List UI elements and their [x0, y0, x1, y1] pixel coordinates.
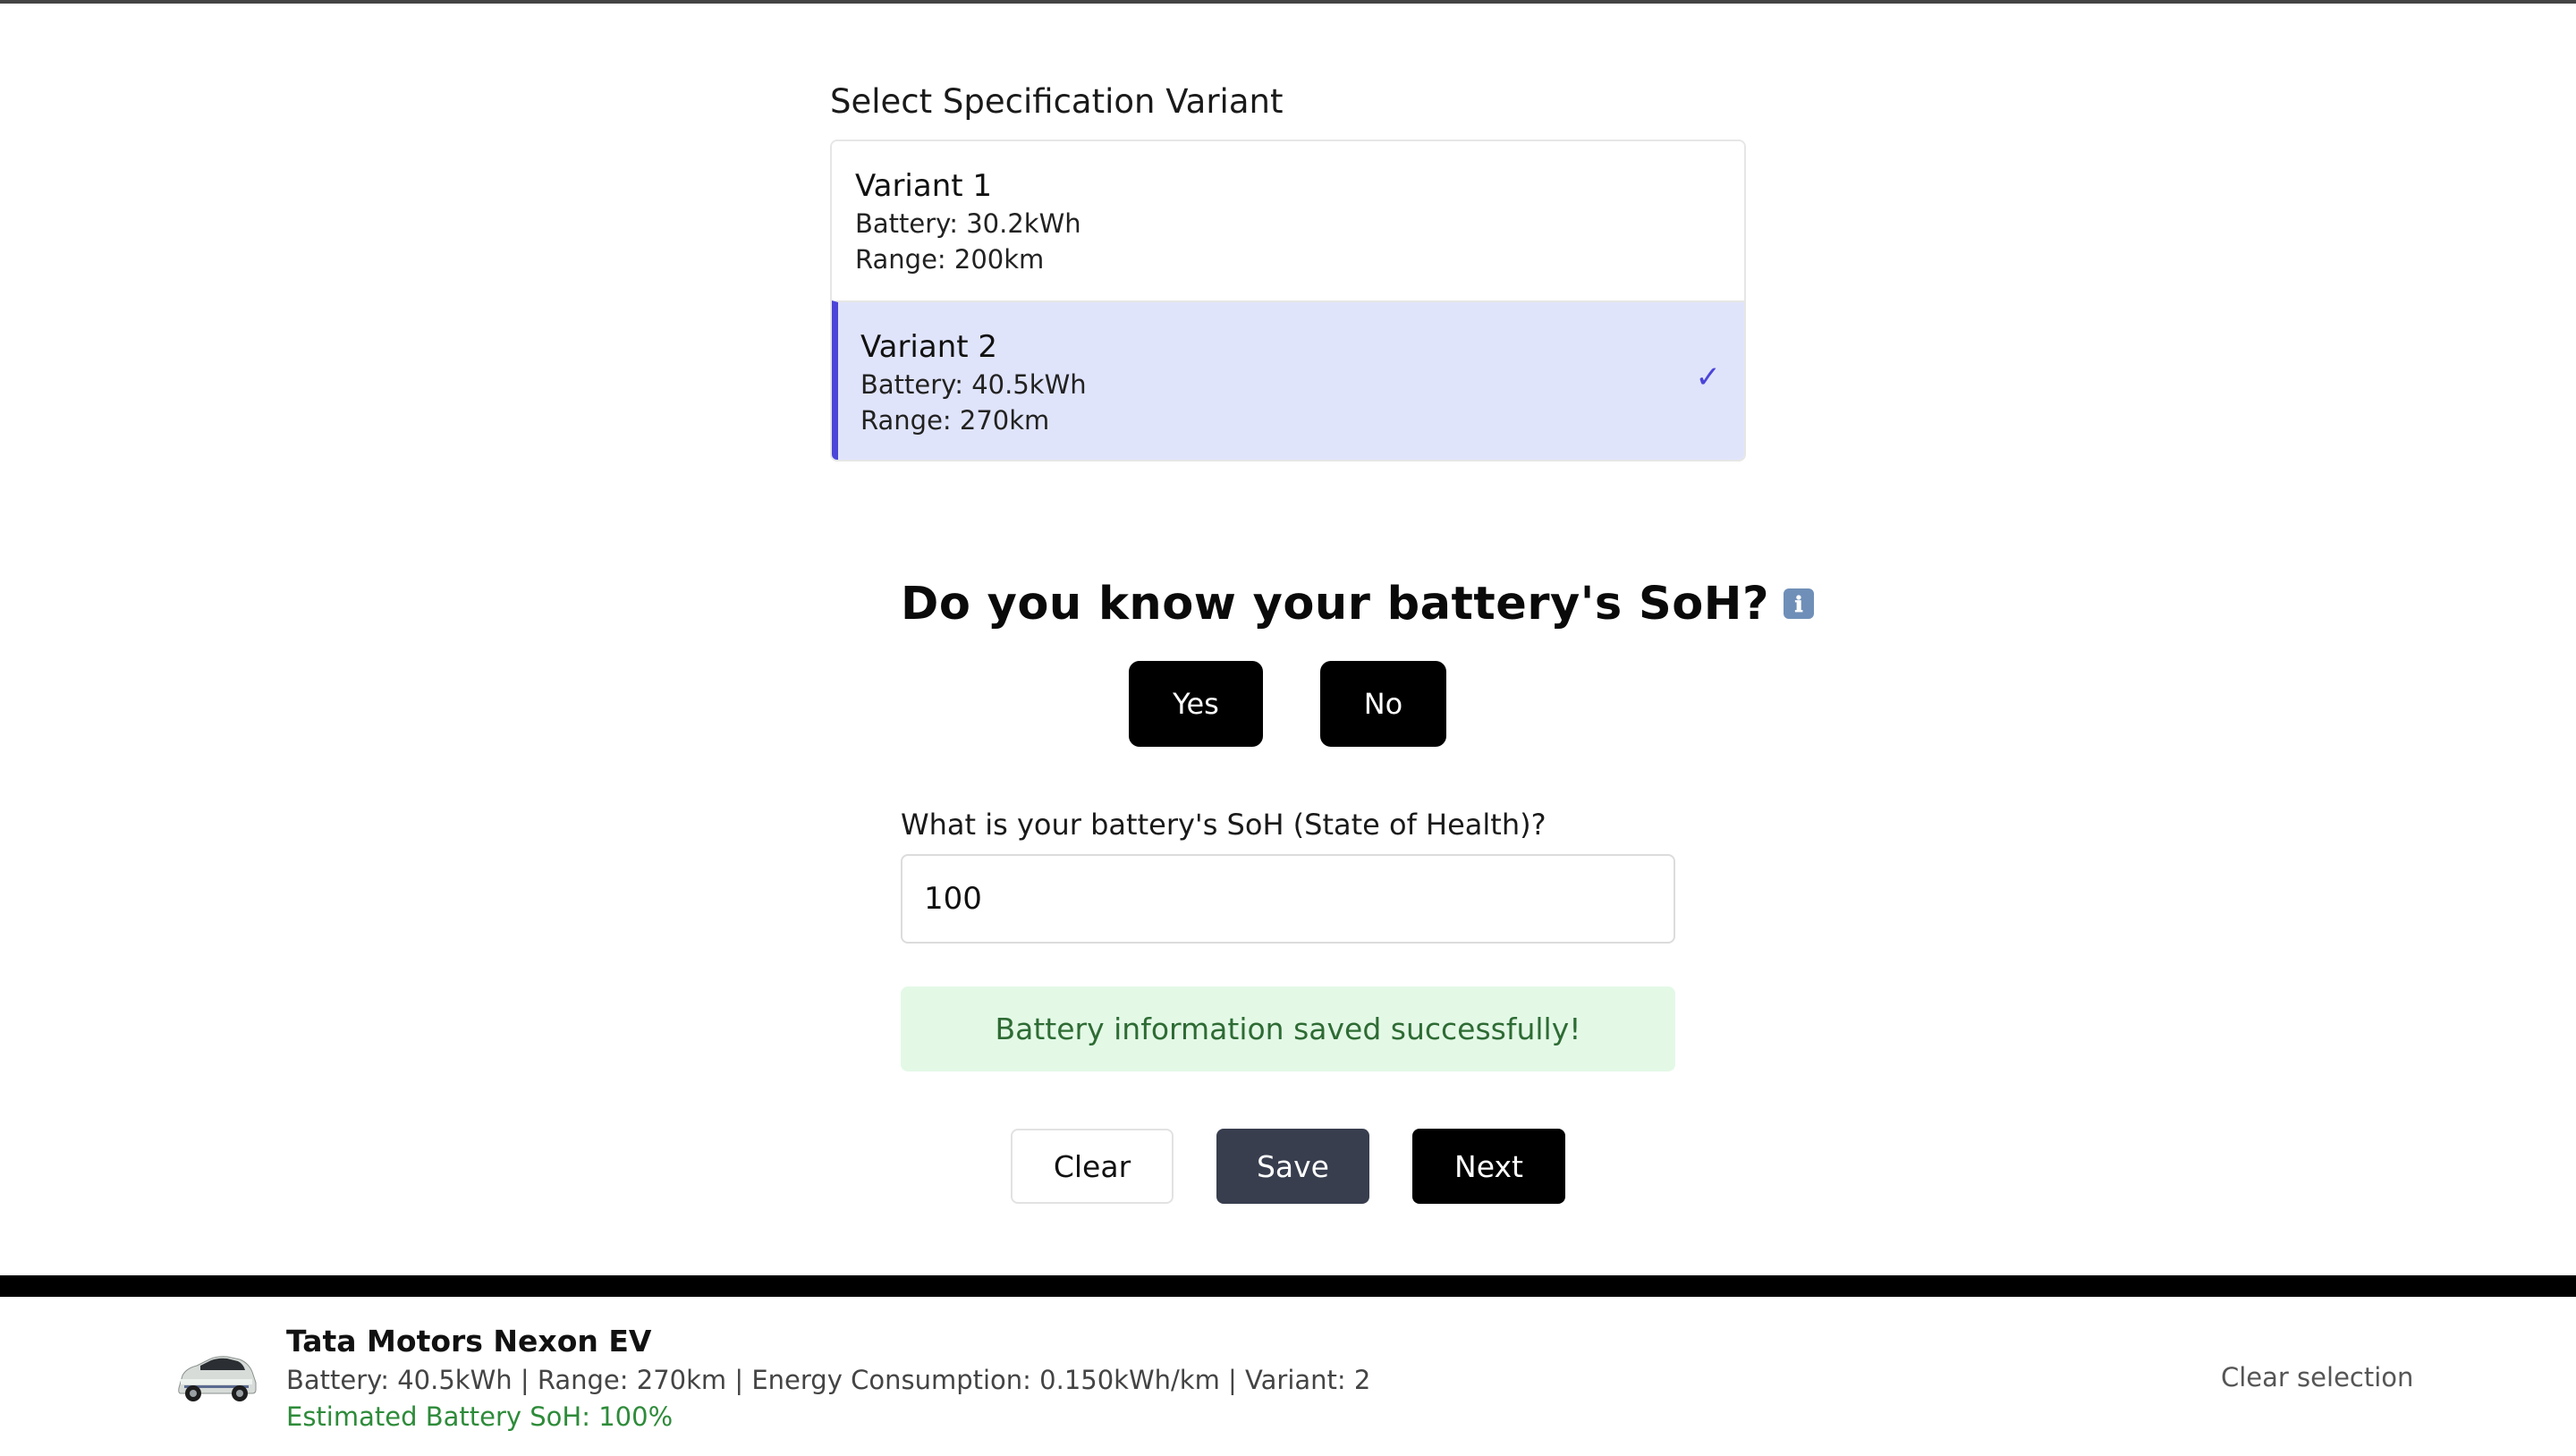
variant-option-1[interactable]: Variant 1 Battery: 30.2kWh Range: 200km [832, 141, 1744, 301]
next-button[interactable]: Next [1412, 1129, 1565, 1204]
variant-option-2[interactable]: Variant 2 Battery: 40.5kWh Range: 270km … [832, 301, 1744, 460]
variant-battery: Battery: 30.2kWh [855, 208, 1081, 239]
car-thumbnail [178, 1356, 257, 1401]
clear-selection-link[interactable]: Clear selection [2221, 1358, 2413, 1397]
top-divider [0, 0, 2576, 4]
variant-section-title: Select Specification Variant [830, 82, 1284, 121]
variant-name: Variant 2 [860, 329, 998, 365]
no-button[interactable]: No [1320, 661, 1446, 747]
variant-range: Range: 270km [860, 405, 1050, 436]
estimated-soh: Estimated Battery SoH: 100% [286, 1401, 674, 1432]
save-button[interactable]: Save [1216, 1129, 1369, 1204]
variant-selector: Select Specification Variant Variant 1 B… [830, 79, 1746, 461]
footer-divider [0, 1275, 2576, 1297]
variant-name: Variant 1 [855, 168, 993, 204]
checkmark-icon: ✓ [1695, 360, 1722, 395]
clear-button[interactable]: Clear [1011, 1129, 1174, 1204]
info-icon[interactable]: ℹ [1784, 588, 1815, 619]
variant-battery: Battery: 40.5kWh [860, 369, 1087, 400]
vehicle-specs: Battery: 40.5kWh | Range: 270km | Energy… [286, 1365, 1371, 1395]
soh-field-label: What is your battery's SoH (State of Hea… [901, 808, 1546, 842]
variant-range: Range: 200km [855, 244, 1045, 275]
yes-button[interactable]: Yes [1129, 661, 1263, 747]
vehicle-title: Tata Motors Nexon EV [286, 1324, 652, 1359]
variant-list: Variant 1 Battery: 30.2kWh Range: 200km … [830, 140, 1746, 461]
soh-input[interactable] [901, 854, 1675, 944]
soh-question: Do you know your battery's SoH? ℹ [901, 572, 1815, 635]
soh-question-heading: Do you know your battery's SoH? [901, 577, 1770, 631]
success-message: Battery information saved successfully! [901, 986, 1675, 1071]
selection-summary-bar: Tata Motors Nexon EV Battery: 40.5kWh | … [0, 1297, 2576, 1456]
soh-choice-group: Yes No [1129, 661, 1446, 747]
